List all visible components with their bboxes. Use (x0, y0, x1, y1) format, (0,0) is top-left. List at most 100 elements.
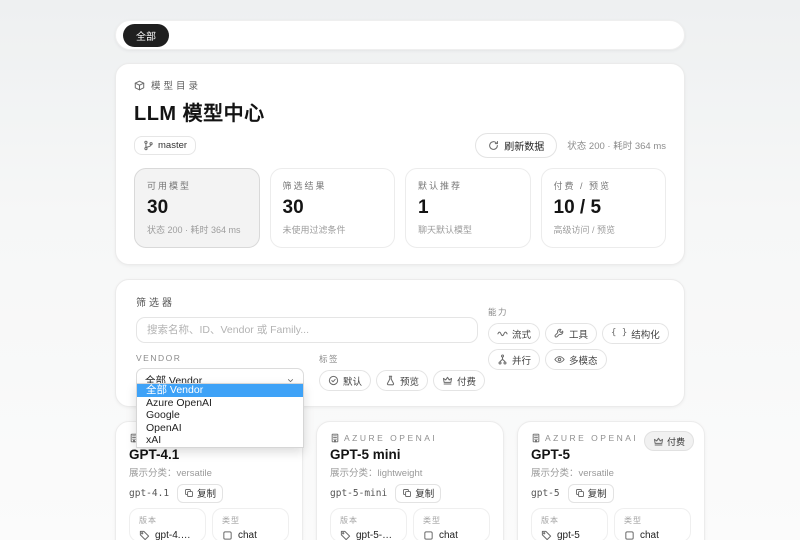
model-field: 版本 gpt-4.1-2025-... (129, 508, 206, 540)
catalog-eyebrow-label: 模型目录 (151, 78, 201, 92)
refresh-icon (488, 140, 499, 151)
filter-chip[interactable]: 流式 (488, 323, 540, 344)
stat-label: 付费 / 预览 (554, 179, 654, 192)
vendor-option[interactable]: Azure OpenAI (137, 397, 303, 410)
chip-label: 并行 (512, 353, 531, 367)
stat-label: 筛选结果 (283, 179, 383, 192)
stat-sub: 高级访问 / 预览 (554, 223, 654, 236)
filter-all-pill[interactable]: 全部 (123, 24, 169, 47)
copy-label: 复制 (415, 486, 434, 500)
stat-value: 10 / 5 (554, 197, 654, 219)
tag-icon (340, 530, 351, 540)
stat-card: 付费 / 预览 10 / 5 高级访问 / 预览 (541, 168, 667, 248)
copy-label: 复制 (197, 486, 216, 500)
status-text: 状态 200 · 耗时 364 ms (567, 138, 666, 152)
model-card: AZURE OPENAI GPT-5 mini 展示分类：lightweight… (316, 421, 504, 540)
page: 全部 模型目录 LLM 模型中心 master 刷新数据 状态 200 · 耗时… (115, 20, 685, 540)
tag-icon (139, 530, 150, 540)
filter-chip[interactable]: 默认 (319, 370, 371, 391)
stat-sub: 未使用过滤条件 (283, 223, 383, 236)
stats-row: 可用模型 30 状态 200 · 耗时 364 ms 筛选结果 30 未使用过滤… (134, 168, 666, 248)
model-display-category: 展示分类：versatile (531, 465, 691, 479)
chip-label: 多模态 (569, 353, 598, 367)
filter-chip[interactable]: 工具 (545, 323, 597, 344)
stat-value: 1 (418, 197, 518, 219)
vendor-name: AZURE OPENAI (344, 433, 437, 443)
branch-name: master (158, 140, 187, 151)
vendor-option[interactable]: OpenAI (137, 422, 303, 435)
filter-card: 筛选器 能力 流式 工具 { }结构化 并行 多模态 VENDOR 全部 Ven… (115, 279, 685, 407)
vendor-row: AZURE OPENAI (330, 432, 490, 443)
header-meta-row: master 刷新数据 状态 200 · 耗时 364 ms (134, 134, 666, 156)
catalog-box-icon (134, 80, 145, 91)
vendor-label: VENDOR (136, 353, 304, 363)
vendor-option[interactable]: xAI (137, 434, 303, 447)
model-id: gpt-5 (531, 488, 560, 499)
model-code-row: gpt-4.1 复制 (129, 486, 289, 500)
fork-icon (497, 354, 508, 365)
eye-icon (554, 354, 565, 365)
filter-chip[interactable]: 预览 (376, 370, 428, 391)
stat-card: 可用模型 30 状态 200 · 耗时 364 ms (134, 168, 260, 248)
top-filter-bar: 全部 (115, 20, 685, 50)
tags-group: 标签 默认 预览 付费 (319, 343, 485, 391)
model-code-row: gpt-5 复制 (531, 486, 691, 500)
stat-label: 可用模型 (147, 179, 247, 192)
chip-label: 工具 (569, 327, 588, 341)
filter-chip[interactable]: 付费 (433, 370, 485, 391)
field-value: chat (222, 530, 279, 540)
paid-badge: 付费 (644, 431, 694, 451)
field-value: chat (423, 530, 480, 540)
chip-label: 默认 (343, 374, 362, 388)
field-value: chat (624, 530, 681, 540)
refresh-label: 刷新数据 (504, 138, 544, 153)
capabilities-group: 能力 流式 工具 { }结构化 并行 多模态 (488, 306, 678, 370)
stat-sub: 聊天默认模型 (418, 223, 518, 236)
stat-card: 默认推荐 1 聊天默认模型 (405, 168, 531, 248)
model-id: gpt-5-mini (330, 488, 387, 499)
search-input[interactable] (136, 317, 478, 343)
model-fields: 版本 gpt-5-mini 类型 chat 模型族 gpt-5-mini (330, 508, 490, 540)
square-icon (423, 530, 434, 540)
model-fields: 版本 gpt-5 类型 chat 模型族 gpt-5 (531, 508, 691, 540)
capabilities-label: 能力 (488, 306, 678, 318)
model-field: 版本 gpt-5 (531, 508, 608, 540)
filter-chip[interactable]: 并行 (488, 349, 540, 370)
catalog-eyebrow: 模型目录 (134, 78, 666, 92)
copy-button[interactable]: 复制 (395, 484, 441, 503)
filter-chip[interactable]: 多模态 (545, 349, 607, 370)
chip-label: 付费 (457, 374, 476, 388)
crown-icon (442, 375, 453, 386)
capability-chips: 流式 工具 { }结构化 并行 多模态 (488, 323, 678, 370)
field-value: gpt-5-mini (340, 530, 397, 540)
field-value: gpt-5 (541, 530, 598, 540)
vendor-option[interactable]: Google (137, 409, 303, 422)
model-name: GPT-4.1 (129, 447, 289, 462)
page-title: LLM 模型中心 (134, 97, 666, 126)
model-code-row: gpt-5-mini 复制 (330, 486, 490, 500)
paid-crown-icon (653, 436, 664, 447)
stat-card: 筛选结果 30 未使用过滤条件 (270, 168, 396, 248)
vendor-name: AZURE OPENAI (545, 433, 638, 443)
model-card: AZURE OPENAI 付费 GPT-5 展示分类：versatile gpt… (517, 421, 705, 540)
copy-button[interactable]: 复制 (568, 484, 614, 503)
copy-icon (184, 488, 194, 498)
stat-value: 30 (283, 197, 383, 219)
chip-label: 预览 (400, 374, 419, 388)
model-display-category: 展示分类：versatile (129, 465, 289, 479)
field-label: 类型 (423, 515, 480, 526)
model-fields: 版本 gpt-4.1-2025-... 类型 chat 模型族 gpt-4.1 (129, 508, 289, 540)
copy-button[interactable]: 复制 (177, 484, 223, 503)
filter-chip[interactable]: { }结构化 (602, 323, 669, 344)
stat-label: 默认推荐 (418, 179, 518, 192)
model-field: 类型 chat (614, 508, 691, 540)
wrench-icon (554, 328, 565, 339)
model-display-category: 展示分类：lightweight (330, 465, 490, 479)
stat-sub: 状态 200 · 耗时 364 ms (147, 223, 247, 236)
model-id: gpt-4.1 (129, 488, 169, 499)
refresh-button[interactable]: 刷新数据 (475, 133, 557, 158)
vendor-option[interactable]: 全部 Vendor (137, 384, 303, 397)
square-icon (624, 530, 635, 540)
paid-badge-label: 付费 (667, 435, 685, 448)
building-icon (330, 433, 340, 443)
